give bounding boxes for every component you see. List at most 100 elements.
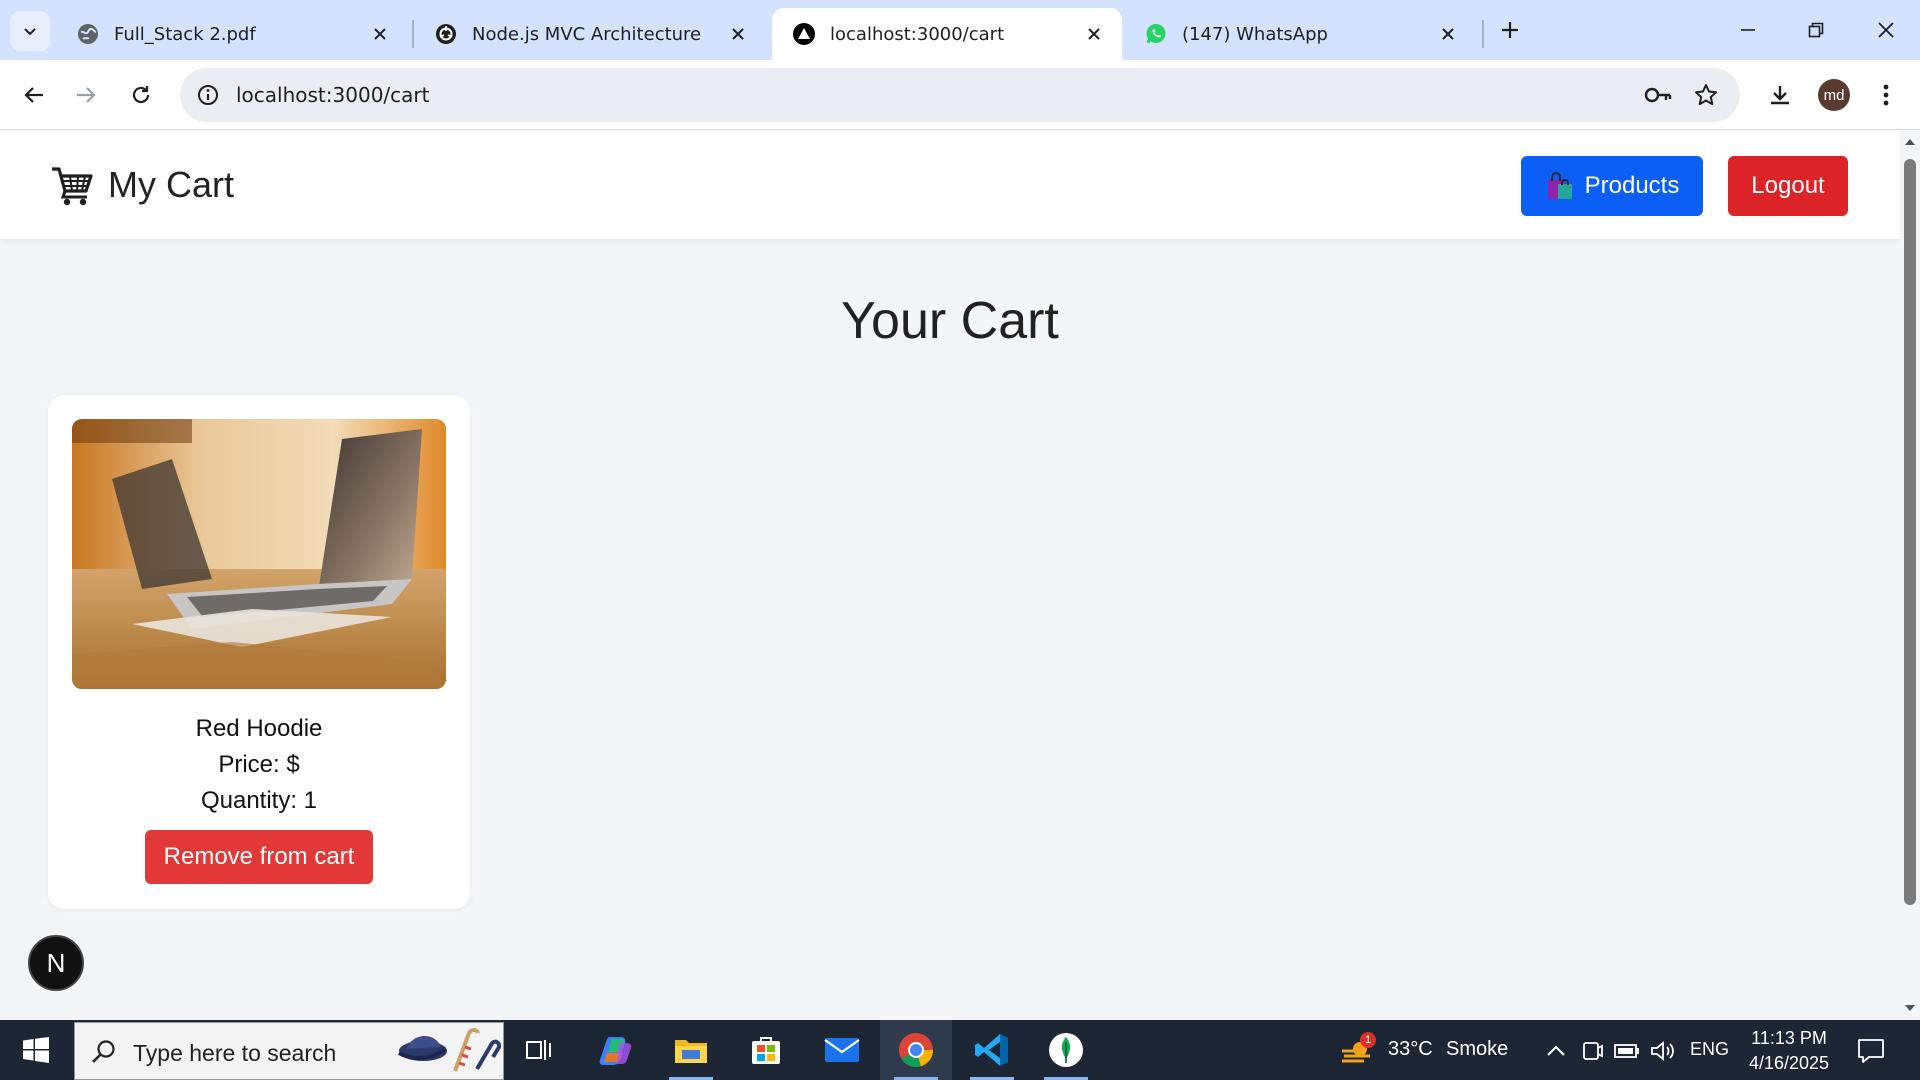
- kebab-menu-icon: [1883, 84, 1889, 106]
- file-explorer-app[interactable]: [655, 1020, 727, 1080]
- battery-icon[interactable]: [1614, 1038, 1640, 1064]
- notifications-icon[interactable]: [1856, 1036, 1886, 1066]
- search-highlight-illustration-icon: [398, 1028, 502, 1072]
- site-info-icon[interactable]: [192, 79, 224, 111]
- profile-avatar[interactable]: md: [1818, 79, 1850, 111]
- folder-icon: [675, 1040, 707, 1063]
- scroll-up-icon[interactable]: [1904, 137, 1916, 147]
- tab-title: localhost:3000/cart: [830, 23, 1005, 45]
- site-navbar: My Cart Products Logout: [0, 131, 1900, 239]
- cart-item-card: Red Hoodie Price: $ Quantity: 1 Remove f…: [48, 395, 470, 909]
- input-language[interactable]: ENG: [1690, 1039, 1729, 1060]
- vscode-icon: [975, 1034, 1008, 1066]
- vscode-app[interactable]: [956, 1020, 1028, 1080]
- shopping-bags-icon: [1545, 171, 1575, 201]
- forward-button[interactable]: [66, 75, 106, 115]
- close-icon[interactable]: [368, 22, 392, 46]
- meet-now-icon[interactable]: [1579, 1038, 1605, 1064]
- close-icon[interactable]: [1436, 22, 1460, 46]
- back-button[interactable]: [14, 75, 54, 115]
- mongodb-compass-app[interactable]: [1030, 1020, 1102, 1080]
- tab-divider: [1482, 20, 1484, 48]
- search-icon: [89, 1037, 119, 1067]
- arrow-left-icon: [24, 87, 43, 103]
- tab-full-stack-pdf[interactable]: Full_Stack 2.pdf: [56, 8, 408, 60]
- brand: My Cart: [50, 163, 234, 207]
- start-button[interactable]: [0, 1020, 72, 1080]
- product-name: Red Hoodie: [195, 715, 323, 742]
- address-bar[interactable]: localhost:3000/cart: [180, 68, 1740, 122]
- clock-time: 11:13 PM: [1751, 1028, 1827, 1048]
- nextjs-dev-indicator[interactable]: N: [28, 935, 84, 991]
- chrome-app[interactable]: [880, 1020, 952, 1080]
- close-icon: [1878, 22, 1894, 38]
- reload-icon: [132, 86, 150, 104]
- vercel-triangle-icon: [792, 22, 816, 46]
- copilot-icon: [599, 1037, 632, 1065]
- product-quantity: Quantity: 1: [200, 787, 318, 814]
- arrow-right-icon: [77, 87, 96, 103]
- downloads-button[interactable]: [1760, 75, 1800, 115]
- close-icon[interactable]: [1082, 22, 1106, 46]
- plus-icon: [1502, 22, 1518, 38]
- globe-icon: [76, 22, 100, 46]
- scroll-down-icon[interactable]: [1904, 1003, 1916, 1013]
- address-url[interactable]: localhost:3000/cart: [236, 83, 429, 107]
- chevron-down-icon: [24, 28, 36, 36]
- tab-search-button[interactable]: [10, 11, 50, 51]
- browser-toolbar: localhost:3000/cart: [0, 60, 1920, 130]
- tab-localhost-cart[interactable]: localhost:3000/cart: [772, 8, 1122, 60]
- page-title: Your Cart: [841, 292, 1059, 350]
- products-button[interactable]: Products: [1521, 156, 1703, 216]
- weather-condition[interactable]: Smoke: [1446, 1038, 1508, 1061]
- task-view-button[interactable]: [504, 1020, 576, 1080]
- minimize-icon: [1741, 29, 1755, 31]
- tab-nodejs-mvc[interactable]: Node.js MVC Architecture: [414, 8, 766, 60]
- logout-button[interactable]: Logout: [1728, 156, 1848, 216]
- browser-tabstrip: Full_Stack 2.pdf Node.js MVC Architectur…: [0, 0, 1920, 60]
- password-key-icon[interactable]: [1642, 79, 1674, 111]
- task-view-icon: [526, 1040, 551, 1060]
- taskbar-clock[interactable]: 11:13 PM 4/16/2025: [1734, 1026, 1844, 1076]
- copilot-app[interactable]: [580, 1020, 652, 1080]
- tab-title: Node.js MVC Architecture: [472, 23, 702, 45]
- taskbar-search-box[interactable]: Type here to search: [74, 1022, 504, 1080]
- download-icon: [1771, 86, 1789, 105]
- browser-menu-button[interactable]: [1866, 75, 1906, 115]
- remove-from-cart-button[interactable]: Remove from cart: [145, 830, 373, 884]
- chatgpt-icon: [434, 22, 458, 46]
- tab-title: (147) WhatsApp: [1182, 23, 1328, 45]
- minimize-button[interactable]: [1724, 10, 1772, 50]
- tab-whatsapp[interactable]: (147) WhatsApp: [1124, 8, 1476, 60]
- tab-title: Full_Stack 2.pdf: [114, 23, 256, 45]
- chrome-icon: [899, 1033, 934, 1068]
- product-price: Price: $: [218, 751, 300, 778]
- store-icon: [752, 1037, 780, 1064]
- reload-button[interactable]: [121, 75, 161, 115]
- restore-button[interactable]: [1792, 10, 1840, 50]
- microsoft-store-app[interactable]: [730, 1020, 802, 1080]
- weather-temperature[interactable]: 33°C: [1388, 1038, 1433, 1061]
- products-button-label: Products: [1584, 172, 1680, 199]
- brand-title: My Cart: [108, 164, 234, 205]
- shopping-cart-icon: [50, 163, 94, 207]
- product-image: [72, 419, 446, 689]
- windows-logo-icon: [23, 1037, 49, 1063]
- chevron-up-icon[interactable]: [1543, 1038, 1569, 1064]
- bookmark-star-icon[interactable]: [1690, 79, 1722, 111]
- page-viewport: My Cart Products Logout Your Cart Red Ho…: [0, 131, 1900, 1019]
- windows-taskbar: Type here to search 1 33°C Smoke ENG 11:…: [0, 1020, 1920, 1080]
- page-scrollbar[interactable]: [1900, 131, 1920, 1019]
- whatsapp-icon: [1144, 22, 1168, 46]
- mongodb-leaf-icon: [1049, 1033, 1083, 1067]
- restore-icon: [1808, 22, 1824, 38]
- mail-icon: [824, 1038, 860, 1062]
- close-window-button[interactable]: [1862, 10, 1910, 50]
- volume-icon[interactable]: [1650, 1038, 1676, 1064]
- new-tab-button[interactable]: [1494, 14, 1526, 46]
- clock-date: 4/16/2025: [1748, 1053, 1830, 1073]
- scrollbar-thumb[interactable]: [1904, 159, 1916, 905]
- weather-notification-badge: 1: [1360, 1032, 1376, 1048]
- close-icon[interactable]: [726, 22, 750, 46]
- mail-app[interactable]: [806, 1020, 878, 1080]
